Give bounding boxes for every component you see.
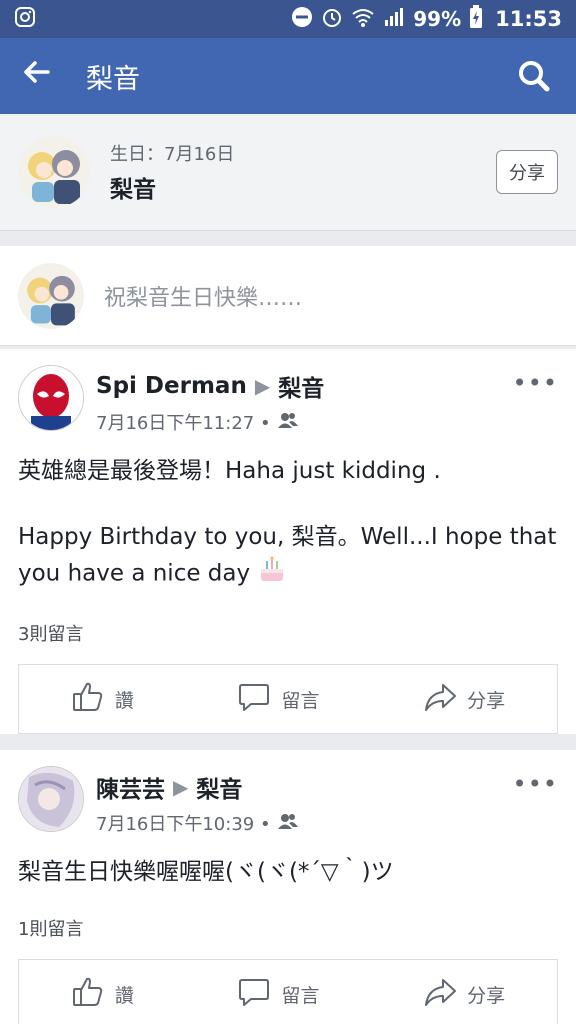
post-timestamp[interactable]: 7月16日下午11:27 • [96, 409, 271, 435]
clock: 11:53 [495, 7, 562, 31]
like-label: 讚 [114, 984, 134, 1007]
comment-button[interactable]: 留言 [237, 680, 319, 719]
alarm-icon [321, 6, 343, 33]
share-label: 分享 [467, 689, 506, 712]
back-arrow-icon[interactable] [22, 58, 66, 94]
feed-post: 陳芸芸 ▶ 梨音 7月16日下午10:39 • ••• 梨音生日快樂喔喔喔(ヾ(… [0, 750, 576, 1024]
friends-audience-icon [277, 412, 299, 433]
post-target[interactable]: 梨音 [196, 770, 242, 804]
page-title: 梨音 [86, 63, 140, 95]
birthday-profile-card: 生日：7月16日 梨音 分享 [0, 114, 576, 231]
wifi-icon [351, 6, 375, 33]
post-actions: 讚 留言 分享 [18, 959, 558, 1024]
app-header: 梨音 [0, 38, 576, 114]
like-button[interactable]: 讚 [71, 975, 134, 1014]
comment-label: 留言 [281, 984, 320, 1007]
avatar[interactable] [18, 766, 84, 832]
post-composer[interactable]: 祝梨音生日快樂…… [0, 246, 576, 346]
post-actions: 讚 留言 分享 [18, 664, 558, 734]
avatar[interactable] [18, 136, 90, 208]
composer-placeholder: 祝梨音生日快樂…… [104, 285, 303, 311]
comment-label: 留言 [281, 689, 320, 712]
share-button[interactable]: 分享 [496, 150, 558, 194]
search-icon[interactable] [514, 56, 554, 96]
speech-bubble-icon [237, 975, 271, 1014]
share-action-button[interactable]: 分享 [423, 975, 505, 1014]
post-content: 梨音生日快樂喔喔喔(ヾ(ヾ(*´▽｀)ツ [0, 836, 576, 889]
comment-count[interactable]: 3則留言 [0, 594, 576, 664]
share-label: 分享 [467, 984, 506, 1007]
share-arrow-icon [423, 680, 457, 719]
like-button[interactable]: 讚 [71, 680, 134, 719]
birthday-label: 生日：7月16日 [110, 144, 235, 165]
feed-post: Spi Derman ▶ 梨音 7月16日下午11:27 • ••• 英雄總是最… [0, 349, 576, 734]
friends-audience-icon [277, 813, 299, 834]
battery-icon [469, 4, 483, 34]
post-text-with-emoji: Happy Birthday to you, 梨音。Well...I hope … [18, 521, 558, 594]
post-text: 梨音生日快樂喔喔喔(ヾ(ヾ(*´▽｀)ツ [18, 859, 394, 885]
thumbs-up-icon [71, 975, 105, 1014]
instagram-icon [14, 6, 36, 32]
post-text: 英雄總是最後登場！Haha just kidding . [18, 458, 441, 484]
comment-count[interactable]: 1則留言 [0, 889, 576, 959]
speech-bubble-icon [237, 680, 271, 719]
thumbs-up-icon [71, 680, 105, 719]
dnd-icon [291, 6, 313, 33]
triangle-right-icon: ▶ [173, 775, 189, 799]
more-options-icon[interactable]: ••• [513, 369, 558, 435]
avatar [18, 262, 84, 329]
more-options-icon[interactable]: ••• [513, 770, 558, 836]
share-arrow-icon [423, 975, 457, 1014]
comment-button[interactable]: 留言 [237, 975, 319, 1014]
triangle-right-icon: ▶ [254, 374, 271, 398]
post-content: 英雄總是最後登場！Haha just kidding . Happy Birth… [0, 435, 576, 594]
status-bar: 99% 11:53 [0, 0, 576, 38]
birthday-cake-icon [257, 554, 287, 594]
post-author[interactable]: Spi Derman [96, 373, 247, 399]
share-action-button[interactable]: 分享 [423, 680, 505, 719]
signal-icon [383, 6, 405, 33]
post-target[interactable]: 梨音 [278, 369, 324, 403]
battery-percent: 99% [413, 7, 462, 31]
post-timestamp[interactable]: 7月16日下午10:39 • [96, 810, 271, 836]
post-author[interactable]: 陳芸芸 [96, 770, 165, 804]
profile-name[interactable]: 梨音 [110, 170, 496, 204]
avatar[interactable] [18, 365, 84, 431]
like-label: 讚 [114, 689, 134, 712]
